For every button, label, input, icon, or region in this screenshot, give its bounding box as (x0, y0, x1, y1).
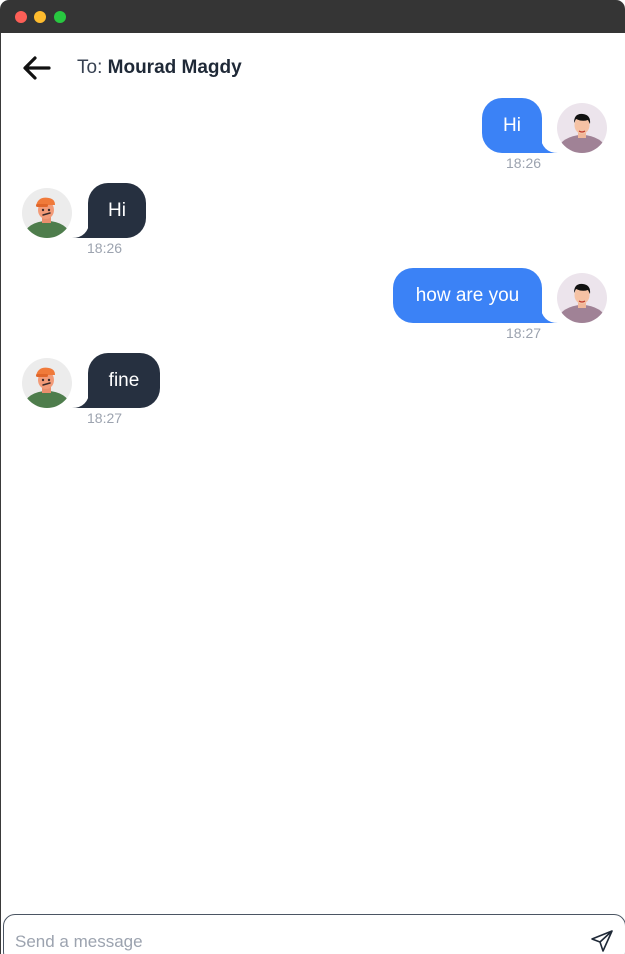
window-titlebar (0, 0, 625, 33)
close-window-button[interactable] (15, 11, 27, 23)
message-bubble-outgoing: how are you (393, 268, 542, 323)
paper-plane-icon (591, 930, 613, 952)
minimize-window-button[interactable] (34, 11, 46, 23)
chat-window: To: Mourad Magdy Hi 18:26 Hi 18:26 how a… (0, 33, 625, 954)
back-button[interactable] (21, 53, 53, 83)
to-label: To: (77, 57, 103, 78)
arrow-left-icon (23, 56, 51, 80)
maximize-window-button[interactable] (54, 11, 66, 23)
bubble-tail (540, 305, 558, 323)
avatar-recipient (22, 188, 72, 238)
message-input[interactable] (15, 929, 575, 954)
recipient-line: To: Mourad Magdy (77, 57, 242, 79)
message-timestamp: 18:26 (506, 155, 542, 171)
message-timestamp: 18:26 (87, 240, 123, 256)
message-text: Hi (108, 200, 126, 221)
send-button[interactable] (590, 929, 614, 953)
message-timestamp: 18:27 (506, 325, 542, 341)
message-bubble-incoming: fine (88, 353, 160, 408)
message-text: Hi (503, 115, 521, 136)
avatar-recipient (22, 358, 72, 408)
message-composer (3, 914, 625, 954)
avatar-self (557, 103, 607, 153)
chat-header: To: Mourad Magdy (1, 33, 625, 103)
message-text: fine (108, 370, 140, 391)
message-timestamp: 18:27 (87, 410, 123, 426)
message-bubble-incoming: Hi (88, 183, 146, 238)
recipient-name: Mourad Magdy (107, 57, 242, 78)
avatar-self (557, 273, 607, 323)
bubble-tail (540, 135, 558, 153)
message-bubble-outgoing: Hi (482, 98, 542, 153)
message-text: how are you (415, 285, 520, 306)
